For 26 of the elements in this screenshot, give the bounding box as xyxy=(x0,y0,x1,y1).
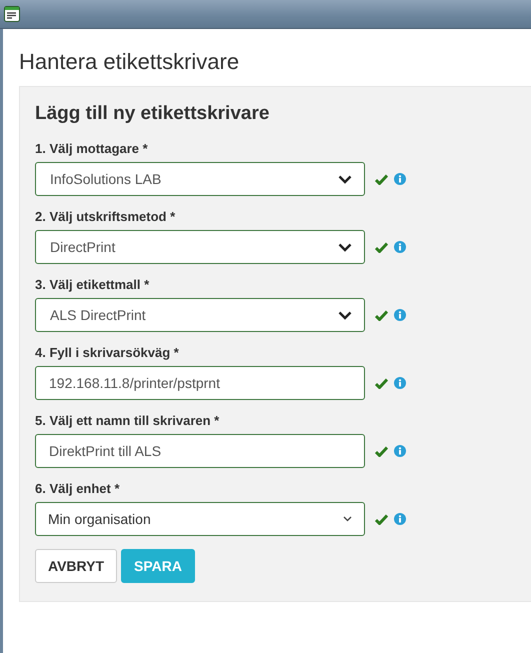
info-icon[interactable] xyxy=(394,377,406,389)
select-field[interactable]: DirectPrint xyxy=(35,230,365,264)
cancel-button[interactable]: AVBRYT xyxy=(35,549,117,583)
chevron-icon xyxy=(343,516,352,522)
form-heading: Lägg till ny etikettskrivare xyxy=(35,103,270,125)
info-icon[interactable] xyxy=(394,513,406,525)
field-label: 5. Välj ett namn till skrivaren * xyxy=(35,413,220,428)
field-label: 2. Välj utskriftsmetod * xyxy=(35,209,176,224)
window-icon xyxy=(4,6,20,22)
chevron-icon xyxy=(338,174,352,184)
field-label: 6. Välj enhet * xyxy=(35,481,121,496)
info-icon[interactable] xyxy=(394,445,406,457)
input-field[interactable]: DirektPrint till ALS xyxy=(35,434,365,468)
select-field[interactable]: InfoSolutions LAB xyxy=(35,162,365,196)
chevron-icon xyxy=(338,310,352,320)
info-icon[interactable] xyxy=(394,173,406,185)
info-icon[interactable] xyxy=(394,309,406,321)
chevron-icon xyxy=(338,242,352,252)
field-label: 1. Välj mottagare * xyxy=(35,141,149,156)
info-icon[interactable] xyxy=(394,241,406,253)
select-field[interactable]: Min organisation xyxy=(35,502,365,536)
input-field[interactable]: 192.168.11.8/printer/pstprnt xyxy=(35,366,365,400)
page-title: Hantera etikettskrivare xyxy=(19,49,240,75)
field-label: 3. Välj etikettmall * xyxy=(35,277,150,292)
field-label: 4. Fyll i skrivarsökväg * xyxy=(35,345,180,360)
select-field[interactable]: ALS DirectPrint xyxy=(35,298,365,332)
